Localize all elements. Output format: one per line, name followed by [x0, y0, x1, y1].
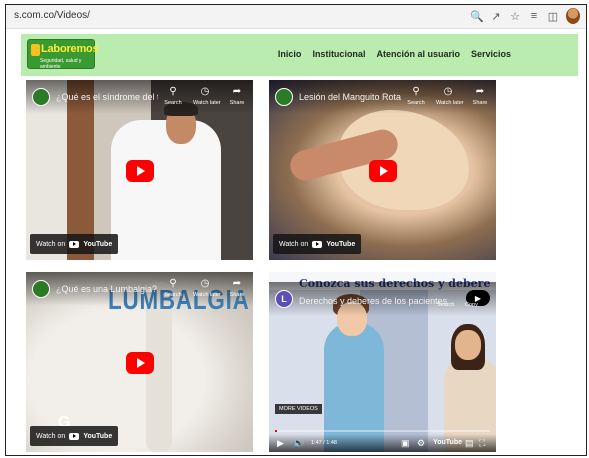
logo-mark-icon [31, 44, 40, 56]
share-icon[interactable]: ↗ [490, 8, 502, 24]
share-label: Share [472, 100, 488, 106]
clock-icon: ◷ [443, 86, 453, 97]
watch-later-button[interactable]: ◷ Watch later [193, 86, 221, 106]
video-title[interactable]: Lesión del Manguito Rotador [299, 92, 401, 102]
search-icon: ⚲ [169, 86, 177, 97]
cast-icon[interactable]: ▤ [465, 438, 474, 449]
watch-on-youtube-button[interactable]: Watch on YouTube [30, 426, 119, 446]
share-button[interactable]: ➦ Share [225, 86, 249, 106]
browser-toolbar-icons: 🔍 ↗ ☆ ≡ ◫ [470, 8, 580, 24]
search-label[interactable]: Search [437, 302, 454, 308]
video-thumbnail-figure [324, 322, 384, 452]
youtube-icon [69, 240, 80, 248]
channel-avatar[interactable] [32, 280, 50, 298]
share-button[interactable]: ➦ Share [225, 278, 249, 298]
more-videos-button[interactable]: MORE VIDEOS [275, 404, 322, 414]
share-label: Share [229, 292, 245, 298]
video-actions: ⚲ Search ◷ Watch later ➦ Share [404, 86, 492, 106]
video-top-bar: ¿Qué es el síndrome del túnel... ⚲ Search… [26, 80, 253, 114]
youtube-label: YouTube [326, 240, 356, 248]
video-embed-derechos-deberes[interactable]: Conozca sus derechos y debere L Derechos… [269, 272, 496, 452]
volume-icon[interactable]: 🔊 [293, 438, 304, 449]
channel-avatar[interactable] [275, 88, 293, 106]
settings-gear-icon[interactable]: ⚙ [417, 438, 425, 449]
clock-icon: ◷ [200, 278, 210, 289]
share-arrow-icon: ➦ [232, 86, 242, 97]
browser-address-bar: s.com.co/Videos/ 🔍 ↗ ☆ ≡ ◫ [6, 5, 586, 29]
video-top-bar: Lesión del Manguito Rotador ⚲ Search ◷ Wat… [269, 80, 496, 114]
search-button[interactable]: ⚲ Search [161, 278, 185, 298]
video-actions: ⚲ Search ◷ Watch later ➦ Share [161, 278, 249, 298]
nav-item-institucional[interactable]: Institucional [312, 49, 365, 59]
search-label: Search [164, 292, 182, 298]
watch-later-label: Watch later [193, 292, 221, 298]
watch-later-label: Watch later [436, 100, 464, 106]
watch-later-button[interactable]: ◷ Watch later [436, 86, 464, 106]
watch-later-label: Watch later [193, 100, 221, 106]
video-progress-bar[interactable] [275, 430, 490, 432]
zoom-icon[interactable]: 🔍 [470, 8, 484, 24]
play-button[interactable] [126, 352, 154, 374]
sidebar-icon[interactable]: ◫ [547, 8, 559, 24]
video-actions: ⚲ Search ◷ Watch later ➦ Share [161, 86, 249, 106]
watch-on-youtube-button[interactable]: Watch on YouTube [30, 234, 119, 254]
captions-icon[interactable]: ▣ [401, 438, 410, 449]
logo-tagline: Seguridad, salud y ambiente [40, 58, 82, 70]
nav-item-inicio[interactable]: Inicio [278, 49, 302, 59]
play-button[interactable] [126, 160, 154, 182]
site-logo[interactable]: Laboremos Seguridad, salud y ambiente [27, 39, 99, 70]
video-thumbnail-figure [111, 120, 221, 260]
play-pause-icon[interactable]: ▶ [277, 438, 284, 449]
youtube-logo[interactable]: YouTube [433, 439, 462, 446]
video-embed-manguito-rotador[interactable]: Lesión del Manguito Rotador ⚲ Search ◷ Wat… [269, 80, 496, 260]
main-nav: Inicio Institucional Atención al usuario… [278, 49, 511, 59]
watch-later-button[interactable]: ◷ Watch later [193, 278, 221, 298]
share-button[interactable]: ➦ Share [468, 86, 492, 106]
youtube-label: YouTube [83, 432, 113, 440]
screenshot-frame: s.com.co/Videos/ 🔍 ↗ ☆ ≡ ◫ Laboremos Seg… [5, 4, 587, 456]
url-text[interactable]: s.com.co/Videos/ [14, 10, 90, 21]
reading-list-icon[interactable]: ≡ [528, 8, 540, 24]
video-thumbnail-figure [455, 330, 481, 360]
watch-on-label: Watch on [36, 432, 66, 440]
channel-avatar[interactable] [32, 88, 50, 106]
youtube-icon [312, 240, 323, 248]
copy-label[interactable]: Copy [465, 302, 478, 308]
search-button[interactable]: ⚲ Search [161, 86, 185, 106]
video-top-bar: L Derechos y deberes de los pacientes ▶ [269, 282, 496, 316]
profile-avatar[interactable] [566, 8, 580, 24]
search-label: Search [407, 100, 425, 106]
site-header: Laboremos Seguridad, salud y ambiente In… [21, 34, 578, 76]
youtube-icon [69, 432, 80, 440]
video-progress-fill [275, 430, 278, 432]
search-button[interactable]: ⚲ Search [404, 86, 428, 106]
search-label: Search [164, 100, 182, 106]
youtube-label: YouTube [83, 240, 113, 248]
logo-title: Laboremos [41, 43, 99, 55]
video-embed-tunel-carpiano[interactable]: ¿Qué es el síndrome del túnel... ⚲ Search… [26, 80, 253, 260]
video-embed-lumbalgia[interactable]: LUMBALGIA ¿Qué es una Lumbalgia? ⚲Search… [26, 272, 253, 452]
clock-icon: ◷ [200, 86, 210, 97]
video-title[interactable]: Derechos y deberes de los pacientes [299, 296, 447, 306]
nav-item-atencion[interactable]: Atención al usuario [376, 49, 460, 59]
share-arrow-icon: ➦ [232, 278, 242, 289]
search-icon: ⚲ [169, 278, 177, 289]
watch-on-youtube-button[interactable]: Watch on YouTube [273, 234, 362, 254]
fullscreen-icon[interactable]: ⛶ [479, 438, 485, 449]
video-title[interactable]: ¿Qué es el síndrome del túnel... [56, 92, 158, 102]
play-button[interactable] [369, 160, 397, 182]
video-title[interactable]: ¿Qué es una Lumbalgia? [56, 284, 157, 294]
share-label: Share [229, 100, 245, 106]
nav-item-servicios[interactable]: Servicios [471, 49, 511, 59]
watch-on-label: Watch on [279, 240, 309, 248]
search-icon: ⚲ [412, 86, 420, 97]
player-controls: ▶ 🔊 1:47 / 1:48 ▣ ⚙ YouTube ▤ ⛶ [269, 434, 496, 452]
watch-on-label: Watch on [36, 240, 66, 248]
share-arrow-icon: ➦ [475, 86, 485, 97]
channel-avatar[interactable]: L [275, 290, 293, 308]
time-readout: 1:47 / 1:48 [311, 440, 337, 446]
video-top-bar: ¿Qué es una Lumbalgia? ⚲ Search ◷ Watch la… [26, 272, 253, 306]
star-icon[interactable]: ☆ [509, 8, 521, 24]
